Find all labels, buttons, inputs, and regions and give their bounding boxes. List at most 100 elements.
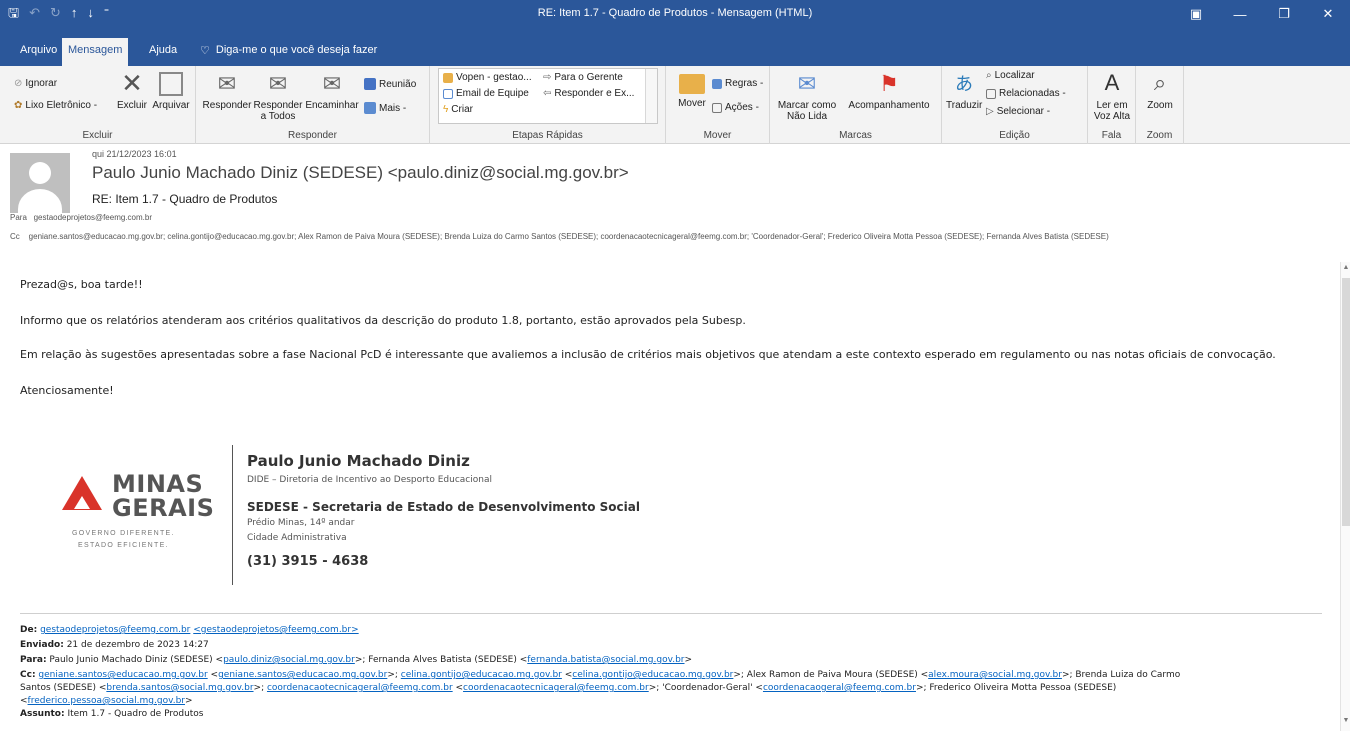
reply-all-icon: ✉ [268, 71, 288, 96]
reply-button[interactable]: ✉ Responder [202, 72, 252, 112]
title-bar: 🖫 ↶ ↻ ↑ ↓ ⁼ RE: Item 1.7 - Quadro de Pro… [0, 0, 1350, 28]
lightning-icon: ϟ [443, 104, 449, 115]
close-button[interactable]: ✕ [1306, 0, 1350, 28]
ignore-button[interactable]: ⊘ Ignorar [14, 78, 57, 89]
message-body: Prezad@s, boa tarde!! Informo que os rel… [0, 262, 1340, 731]
delete-button[interactable]: ✕ Excluir [112, 70, 152, 111]
signature-divider [232, 445, 233, 585]
cc-link[interactable]: coordenacaotecnicageral@feemg.com.br [463, 683, 649, 693]
followup-button[interactable]: ⚑ Acompanhamento [844, 71, 934, 112]
sender[interactable]: Paulo Junio Machado Diniz (SEDESE) <paul… [92, 163, 629, 183]
cc-text: > [185, 696, 193, 706]
mark-unread-button[interactable]: ✉ Marcar como Não Lida [776, 71, 838, 123]
translate-button[interactable]: あ Traduzir [946, 72, 982, 111]
cc-link[interactable]: geniane.santos@educacao.mg.gov.br [38, 670, 207, 680]
cc-link[interactable]: frederico.pessoa@social.mg.gov.br [28, 696, 185, 706]
quick-step-item[interactable]: Vopen - gestao... [443, 72, 532, 83]
junk-button[interactable]: ✿ Lixo Eletrônico - [14, 100, 97, 111]
translate-icon: あ [955, 74, 973, 94]
more-button[interactable]: Mais - [364, 102, 406, 114]
cc-link[interactable]: alex.moura@social.mg.gov.br [928, 670, 1062, 680]
sent-date: qui 21/12/2023 16:01 [92, 149, 177, 159]
message-header: qui 21/12/2023 16:01 Paulo Junio Machado… [0, 145, 1350, 245]
cc-text: >; [387, 670, 401, 680]
quick-step-item[interactable]: ⇦ Responder e Ex... [543, 88, 634, 99]
find-button[interactable]: ⌕ Localizar [986, 70, 1035, 81]
ribbon-display-icon[interactable]: ▣ [1174, 0, 1218, 28]
quoted-cc-line-1: Cc: geniane.santos@educacao.mg.gov.br <g… [20, 669, 1180, 681]
team-email-icon [443, 88, 453, 99]
more-icon [364, 102, 376, 114]
actions-button[interactable]: Ações - [712, 102, 759, 113]
quoted-to-link[interactable]: paulo.diniz@social.mg.gov.br [223, 655, 355, 665]
zoom-button[interactable]: ⌕ Zoom [1138, 70, 1182, 111]
scroll-thumb[interactable] [1342, 278, 1350, 526]
reply-delete-icon: ⇦ [543, 88, 552, 99]
forward-button[interactable]: ✉ Encaminhar [304, 72, 360, 112]
quoted-cc-label: Cc: [20, 670, 36, 680]
cc-link[interactable]: brenda.santos@social.mg.gov.br [106, 683, 253, 693]
quoted-sent-label: Enviado: [20, 640, 64, 650]
signature-name: Paulo Junio Machado Diniz [247, 452, 470, 470]
search-icon: ⌕ [986, 70, 992, 81]
quoted-to-link-2[interactable]: fernanda.batista@social.mg.gov.br [527, 655, 684, 665]
flag-icon: ⚑ [879, 71, 899, 96]
forward-arrow-icon: ⇨ [543, 72, 552, 83]
meeting-button[interactable]: Reunião [364, 78, 416, 90]
move-button[interactable]: Mover [674, 72, 710, 109]
cursor-icon: ▷ [986, 106, 994, 117]
group-label: Zoom [1146, 130, 1173, 141]
cc-text: >; 'Coordenador-Geral' < [648, 683, 763, 693]
cc-link[interactable]: celina.gontijo@educacao.mg.gov.br [572, 670, 733, 680]
related-button[interactable]: Relacionadas - [986, 88, 1066, 99]
cc-link[interactable]: celina.gontijo@educacao.mg.gov.br [401, 670, 562, 680]
reply-all-button[interactable]: ✉ Responder a Todos [252, 71, 304, 123]
signature-address-1: Prédio Minas, 14º andar [247, 518, 355, 528]
tab-arquivo[interactable]: Arquivo [14, 38, 63, 66]
calendar-icon [364, 78, 376, 90]
signature-dept: DIDE – Diretoria de Incentivo ao Desport… [247, 475, 492, 485]
cc-link[interactable]: coordenacaotecnicageral@feemg.com.br [267, 683, 453, 693]
scroll-down-icon[interactable]: ▼ [1341, 717, 1350, 729]
envelope-icon: ✉ [797, 71, 817, 96]
quoted-from-link-2[interactable]: <gestaodeprojetos@feemg.com.br> [193, 625, 358, 635]
ignore-icon: ⊘ [14, 78, 23, 89]
quoted-from-link[interactable]: gestaodeprojetos@feemg.com.br [40, 625, 190, 635]
minimize-button[interactable]: — [1218, 0, 1262, 28]
select-button[interactable]: ▷ Selecionar - [986, 106, 1050, 117]
cc-text: < [452, 683, 464, 693]
ribbon: ⊘ Ignorar ✿ Lixo Eletrônico - ✕ Excluir … [0, 66, 1350, 144]
group-responder: ✉ Responder ✉ Responder a Todos ✉ Encami… [196, 66, 430, 144]
to-recipient[interactable]: gestaodeprojetos@feemg.com.br [34, 213, 152, 222]
scroll-up-icon[interactable]: ▲ [1341, 264, 1350, 276]
tab-ajuda[interactable]: Ajuda [143, 38, 183, 66]
vertical-scrollbar[interactable]: ▲ ▼ [1340, 262, 1350, 731]
group-label: Edição [999, 130, 1030, 141]
group-label: Fala [1101, 130, 1122, 141]
quoted-subject: Assunto: Item 1.7 - Quadro de Produtos [20, 708, 204, 720]
read-aloud-button[interactable]: A Ler em Voz Alta [1090, 70, 1134, 122]
cc-link[interactable]: geniane.santos@educacao.mg.gov.br [218, 670, 387, 680]
cc-link[interactable]: coordenacaogeral@feemg.com.br [763, 683, 916, 693]
quick-steps-gallery[interactable]: Vopen - gestao... Email de Equipe ϟ Cria… [438, 68, 658, 124]
quick-step-item[interactable]: Email de Equipe [443, 88, 529, 99]
quick-step-item[interactable]: ϟ Criar [443, 104, 473, 115]
rules-button[interactable]: Regras - [712, 78, 763, 89]
avatar [10, 153, 70, 213]
archive-button[interactable]: Arquivar [148, 70, 194, 111]
cc-recipients[interactable]: geniane.santos@educacao.mg.gov.br; celin… [29, 232, 1109, 241]
group-excluir: ⊘ Ignorar ✿ Lixo Eletrônico - ✕ Excluir … [0, 66, 196, 144]
tab-mensagem[interactable]: Mensagem [62, 38, 129, 66]
tell-me-search[interactable]: ♡ Diga-me o que você deseja fazer [200, 44, 377, 57]
quoted-to-text: Paulo Junio Machado Diniz (SEDESE) < [49, 655, 224, 665]
paragraph-2: Em relação às sugestões apresentadas sob… [20, 348, 1276, 361]
quoted-subject-label: Assunto: [20, 709, 65, 719]
restore-button[interactable]: ❐ [1262, 0, 1306, 28]
quick-step-item[interactable]: ⇨ Para o Gerente [543, 72, 623, 83]
gallery-scrollbar[interactable] [645, 69, 657, 123]
related-icon [986, 88, 996, 99]
person-head-shape [29, 162, 51, 184]
cc-text: < [20, 696, 28, 706]
quoted-to: Para: Paulo Junio Machado Diniz (SEDESE)… [20, 654, 692, 666]
closing: Atenciosamente! [20, 384, 114, 397]
